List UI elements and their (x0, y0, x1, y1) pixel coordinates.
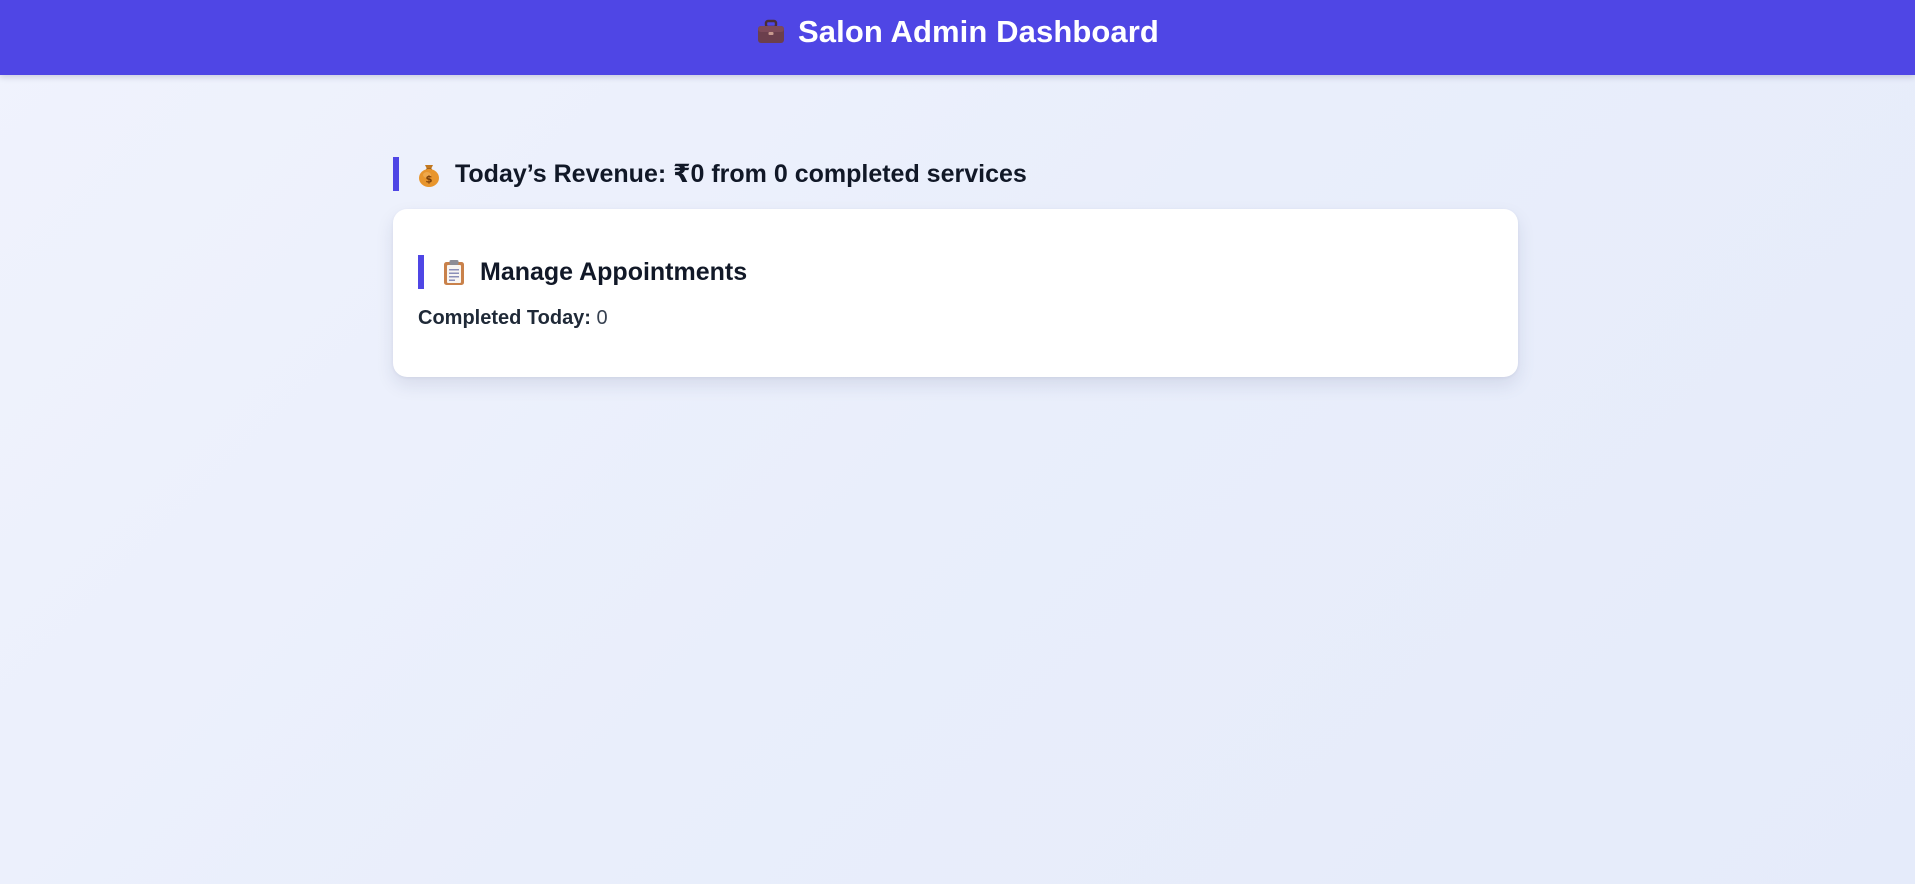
main-content: $ Today’s Revenue: ₹0 from 0 completed s… (393, 157, 1518, 377)
completed-today-value: 0 (596, 307, 608, 329)
completed-today-label: Completed Today: (418, 307, 591, 329)
appointments-card: Manage Appointments Completed Today: 0 (393, 209, 1518, 377)
money-bag-icon: $ (415, 160, 443, 188)
briefcase-icon (756, 17, 786, 47)
clipboard-icon (440, 258, 468, 286)
revenue-text: Today’s Revenue: ₹0 from 0 completed ser… (455, 160, 1027, 188)
appointments-heading: Manage Appointments (418, 255, 1493, 289)
revenue-summary: $ Today’s Revenue: ₹0 from 0 completed s… (393, 157, 1518, 191)
card-title: Manage Appointments (480, 257, 748, 286)
app-title: Salon Admin Dashboard (798, 14, 1159, 49)
top-bar: Salon Admin Dashboard (0, 0, 1915, 75)
completed-today: Completed Today: 0 (418, 307, 1493, 330)
svg-text:$: $ (426, 175, 433, 186)
top-bar-content: Salon Admin Dashboard (756, 14, 1159, 50)
